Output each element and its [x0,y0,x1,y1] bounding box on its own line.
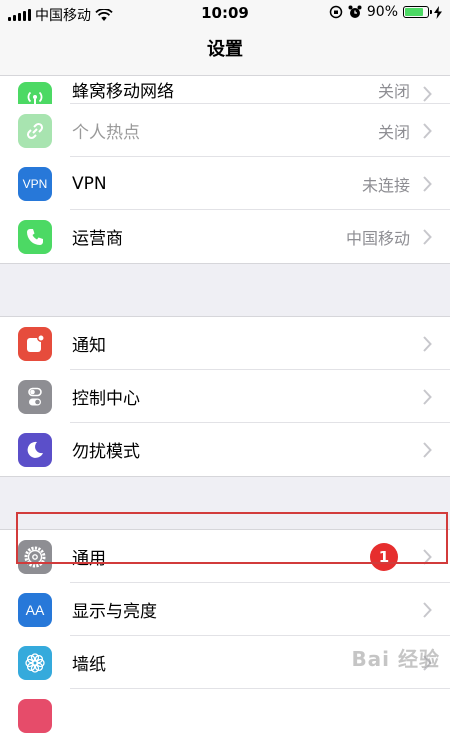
settings-row-general[interactable]: 通用 1 [0,530,450,583]
settings-row-display-brightness[interactable]: AA 显示与亮度 [0,583,450,636]
chevron-right-icon [423,548,432,565]
settings-row-notifications[interactable]: 通知 [0,317,450,370]
group-separator [0,476,450,530]
chevron-right-icon [423,601,432,618]
status-right: 90% [329,4,442,20]
sound-icon [18,698,52,733]
vpn-icon-text: VPN [22,176,48,191]
battery-percent: 90% [366,4,398,20]
alarm-clock-icon [348,5,362,18]
phone-icon [18,219,52,254]
hotspot-chain-icon [18,113,52,148]
charging-bolt-icon [434,5,442,19]
rotation-lock-icon [329,5,343,19]
settings-row-carrier[interactable]: 运营商 中国移动 [0,210,450,263]
settings-row-sounds-partial[interactable] [0,689,450,742]
settings-group-network: 蜂窝移动网络 关闭 个人热点 关闭 VPN VPN 未连接 运营商 中国移动 [0,76,450,263]
settings-row-value: 关闭 [377,82,410,101]
page-title: 设置 [207,39,243,60]
settings-row-cellular[interactable]: 蜂窝移动网络 关闭 [0,76,450,104]
settings-row-label: 通知 [72,336,106,356]
battery-icon [403,6,432,18]
battery-level-fill [405,8,423,16]
watermark: Bai 经验 [351,647,440,671]
vpn-icon: VPN [18,166,52,201]
settings-row-value: 关闭 [377,122,410,142]
status-bar: 中国移动 10:09 90% [0,0,450,26]
settings-row-value: 未连接 [361,175,410,195]
wallpaper-flower-icon [18,645,52,680]
chevron-right-icon [423,335,432,352]
chevron-right-icon [423,441,432,458]
cellular-antenna-icon [18,82,52,104]
display-icon-text: AA [25,601,45,618]
settings-row-value: 中国移动 [345,228,410,248]
chevron-right-icon [423,175,432,192]
settings-row-label: 个人热点 [72,123,140,143]
settings-row-label: 运营商 [72,229,123,249]
group-separator [0,263,450,317]
settings-row-control-center[interactable]: 控制中心 [0,370,450,423]
chevron-right-icon [423,86,432,102]
chevron-right-icon [423,122,432,139]
settings-row-vpn[interactable]: VPN VPN 未连接 [0,157,450,210]
settings-row-label: 显示与亮度 [72,602,157,622]
chevron-right-icon [423,388,432,405]
control-center-toggle-icon [18,379,52,414]
settings-row-label: 蜂窝移动网络 [72,82,174,102]
settings-row-do-not-disturb[interactable]: 勿扰模式 [0,423,450,476]
settings-row-label: VPN [72,173,107,194]
step-number-badge: 1 [370,543,398,571]
navigation-bar: 设置 [0,26,450,76]
gear-icon [18,539,52,574]
notification-icon [18,326,52,361]
moon-icon [18,432,52,467]
settings-row-label: 勿扰模式 [72,442,140,462]
settings-group-general: 通用 1 AA 显示与亮度 墙纸 [0,530,450,742]
chevron-right-icon [423,228,432,245]
display-aa-icon: AA [18,592,52,627]
settings-group-notifications: 通知 控制中心 勿扰模式 [0,317,450,476]
settings-row-hotspot[interactable]: 个人热点 关闭 [0,104,450,157]
settings-row-label: 控制中心 [72,389,140,409]
